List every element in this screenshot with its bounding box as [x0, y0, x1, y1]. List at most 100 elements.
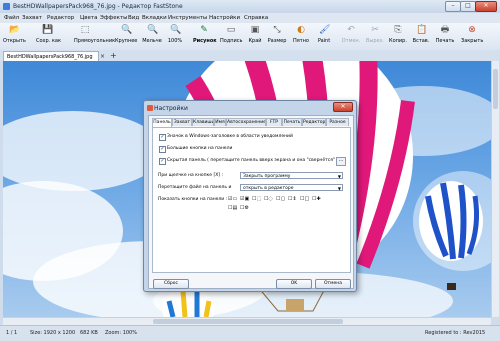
toolbar-option-capture-scroll-icon[interactable]: ☐⇕ [288, 196, 298, 203]
edge-icon: ▣ [250, 25, 260, 35]
vertical-scrollbar[interactable] [491, 61, 499, 317]
drag-file-label: Перетащите файл на панель и [158, 185, 232, 190]
open-button[interactable]: 📂 Открыть [3, 25, 26, 48]
show-buttons-label: Показать кнопки на панели : [158, 197, 228, 202]
toolbar-option-capture-freehand-icon[interactable]: ☐◌ [264, 196, 274, 203]
tab-hotkeys[interactable]: Клавиши [192, 118, 214, 126]
paste-button[interactable]: 📋 Встав. [410, 25, 432, 48]
tab-panel[interactable]: Панель [152, 118, 172, 127]
copy-button[interactable]: ⎘ Копир. [387, 25, 409, 48]
edge-button[interactable]: ▣ Край [244, 25, 266, 48]
paint-button[interactable]: 🖌 Paint [313, 25, 335, 48]
cut-button[interactable]: ✂ Вырез. [364, 25, 386, 48]
chevron-down-icon: ▼ [337, 186, 341, 191]
panel-settings: ✓ Значок в Windows-заголовке в области у… [152, 127, 351, 273]
toolbar-option-capture-rect-icon[interactable]: ☐⬚ [252, 196, 262, 203]
blue-balloon [419, 181, 483, 290]
menu-tools[interactable]: Инструменты [168, 15, 207, 21]
toolbar-option-capture-full-icon[interactable]: ☐▢ [276, 196, 286, 203]
title-bar: BestHDWallpapersPack968_76.jpg - Редакто… [0, 0, 500, 13]
tab-close-icon[interactable]: × [100, 53, 105, 60]
tab-capture[interactable]: Захват [172, 118, 192, 126]
menu-capture[interactable]: Захват [22, 15, 42, 21]
undo-icon: ↶ [347, 25, 355, 35]
rectangle-select-icon: ⬚ [80, 25, 90, 35]
print-icon: 🖶 [440, 25, 450, 35]
toolbar-option-capture-window-icon[interactable]: ☑▣ [240, 196, 250, 203]
tab-misc[interactable]: Разное [326, 118, 349, 126]
tray-icon-checkbox[interactable]: ✓ [159, 134, 166, 141]
close-doc-icon: ⊗ [468, 25, 476, 35]
large-buttons-checkbox[interactable]: ✓ [159, 146, 166, 153]
tab-ftp[interactable]: FTP [266, 118, 282, 126]
print-button[interactable]: 🖶 Печать [434, 25, 456, 48]
tab-print[interactable]: Печать [282, 118, 302, 126]
menu-colors[interactable]: Цвета [80, 15, 97, 21]
zoom-level: Zoom: 100% [105, 330, 137, 336]
main-toolbar: 📂 Открыть 💾 Сохр. как ⬚ Прямоугольник 🔍 Круп… [0, 23, 500, 51]
reset-button[interactable]: Сброс [153, 279, 189, 289]
rectangle-select-button[interactable]: ⬚ Прямоугольник [74, 25, 115, 48]
resize-button[interactable]: ⤡ Размер [266, 25, 288, 48]
document-tab[interactable]: BestHDWallpapersPack968_76.jpg [3, 51, 99, 61]
menu-settings[interactable]: Настройки [209, 15, 240, 21]
on-close-select[interactable]: Закрыть программу ▼ [240, 172, 343, 179]
toolbar-option-capture-fixed-icon[interactable]: ☐□ [300, 196, 310, 203]
hidden-panel-label: Скрытая панель ( перетащите панель вверх… [167, 158, 339, 163]
menu-tabs[interactable]: Вкладки [142, 15, 167, 21]
app-window: BestHDWallpapersPack968_76.jpg - Редакто… [0, 0, 500, 341]
caption-icon: ▭ [226, 25, 236, 35]
menu-effects[interactable]: Эффекты [100, 15, 128, 21]
draw-button[interactable]: ✎ Рисунок [193, 25, 217, 48]
tab-editor[interactable]: Редактор [302, 118, 326, 126]
tab-autosave[interactable]: Автосохранение [226, 118, 266, 126]
ok-button[interactable]: OK [276, 279, 312, 289]
settings-dialog: Настройки ✕ Панель Захват Клавиши Имя Ав… [143, 100, 357, 292]
copy-icon: ⎘ [394, 25, 402, 35]
toolbar-option-settings-icon[interactable]: ☐⚙ [240, 205, 250, 212]
toolbar-option-video-icon[interactable]: ☐✚ [312, 196, 322, 203]
save-icon: 💾 [42, 25, 54, 35]
menu-file[interactable]: Файл [4, 15, 19, 21]
maximize-button[interactable]: □ [460, 1, 476, 12]
resize-icon: ⤡ [273, 25, 281, 35]
add-tab-icon[interactable]: + [110, 51, 117, 60]
minimize-button[interactable]: – [445, 1, 461, 12]
spotlight-button[interactable]: ◐ Пятно [290, 25, 312, 48]
on-close-label: При щелчке на кнопке [X] : [158, 173, 223, 178]
undo-button[interactable]: ↶ Отмен. [340, 25, 362, 48]
close-doc-button[interactable]: ⊗ Закрыть [461, 25, 483, 48]
horizontal-scroll-thumb[interactable] [153, 319, 343, 324]
paint-icon: 🖌 [319, 25, 331, 35]
dialog-close-button[interactable]: ✕ [333, 102, 353, 112]
image-size: Size: 1920 x 1200 [30, 330, 76, 336]
caption-button[interactable]: ▭ Подпись [220, 25, 243, 48]
hidden-panel-options-button[interactable]: ... [336, 157, 346, 166]
toolbar-option-capture-active-icon[interactable]: ☑▭ [228, 196, 238, 203]
menu-help[interactable]: Справка [244, 15, 268, 21]
tab-name[interactable]: Имя [214, 118, 226, 126]
hidden-panel-checkbox[interactable]: ✓ [159, 158, 166, 165]
save-as-button[interactable]: 💾 Сохр. как [36, 25, 61, 48]
horizontal-scrollbar[interactable] [3, 317, 491, 325]
status-bar: 1 / 1 Size: 1920 x 1200 682 KB Zoom: 100… [0, 325, 500, 341]
large-buttons-label: Большие кнопки на панели [167, 146, 233, 151]
tray-icon-label: Значок в Windows-заголовке в области уве… [167, 134, 293, 139]
toolbar-option-editor-icon[interactable]: ☐▤ [228, 205, 238, 212]
drag-file-select[interactable]: открыть в редакторе ▼ [240, 184, 343, 191]
close-window-button[interactable]: ✕ [475, 1, 497, 12]
zoom-out-button[interactable]: 🔍 Мельче [141, 25, 163, 48]
zoom-100-button[interactable]: 🔍 100% [164, 25, 186, 48]
chevron-down-icon: ▼ [337, 174, 341, 179]
menu-view[interactable]: Вид [128, 15, 139, 21]
cut-icon: ✂ [371, 25, 379, 35]
zoom-in-button[interactable]: 🔍 Крупнее [115, 25, 137, 48]
spotlight-icon: ◐ [297, 25, 305, 35]
vertical-scroll-thumb[interactable] [493, 69, 498, 109]
window-title: BestHDWallpapersPack968_76.jpg - Редакто… [13, 3, 183, 10]
draw-icon: ✎ [200, 25, 208, 35]
registration-info: Registered to : Rev2015 [425, 330, 486, 336]
app-logo-icon [3, 3, 10, 10]
cancel-button[interactable]: Отмена [315, 279, 351, 289]
menu-editor[interactable]: Редактор [47, 15, 74, 21]
